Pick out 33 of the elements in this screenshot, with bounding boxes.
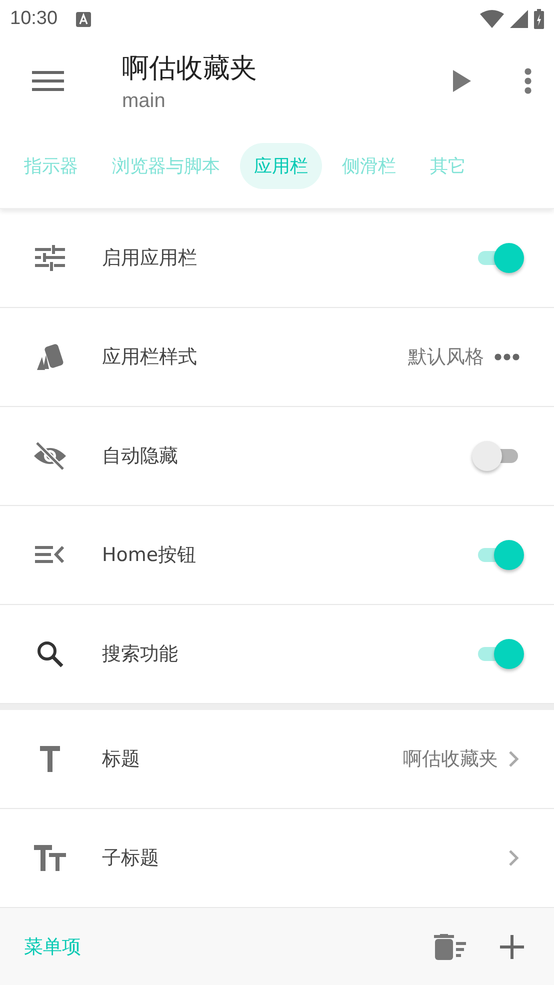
search-icon [36,640,64,668]
chevron-right-icon [508,849,520,867]
setting-label: Home按钮 [102,543,198,568]
more-options-icon[interactable] [524,68,532,94]
status-time: 10:30 [10,8,58,30]
tab[interactable]: 侧滑栏 [328,143,410,189]
chevron-right-icon [508,750,520,768]
more-icon[interactable] [494,353,520,361]
text-icon [38,746,62,772]
row-value: 啊估收藏夹 [403,747,498,772]
row-value: 默认风格 [408,345,484,370]
setting-label: 自动隐藏 [102,444,179,469]
battery-icon [534,9,544,29]
text-size-icon [34,845,66,871]
tab[interactable]: 指示器 [10,143,92,189]
tab[interactable]: 浏览器与脚本 [98,143,234,189]
setting-label: 应用栏样式 [102,345,198,370]
setting-label: 标题 [102,747,141,772]
play-icon[interactable] [452,70,472,92]
setting-label: 子标题 [102,846,160,871]
wifi-icon [480,10,504,28]
signal-icon [510,10,528,28]
app-subtitle: main [122,90,166,112]
eye-off-icon [33,441,67,471]
section-label: 菜单项 [24,934,82,960]
setting-label: 启用应用栏 [102,246,198,271]
setting-label: 搜索功能 [102,642,179,667]
tab[interactable]: 其它 [416,143,480,189]
app-title: 啊估收藏夹 [122,52,257,86]
menu-collapse-icon [35,544,65,566]
sliders-icon [35,245,65,271]
tab[interactable]: 应用栏 [240,143,322,189]
notification-icon [76,12,91,26]
